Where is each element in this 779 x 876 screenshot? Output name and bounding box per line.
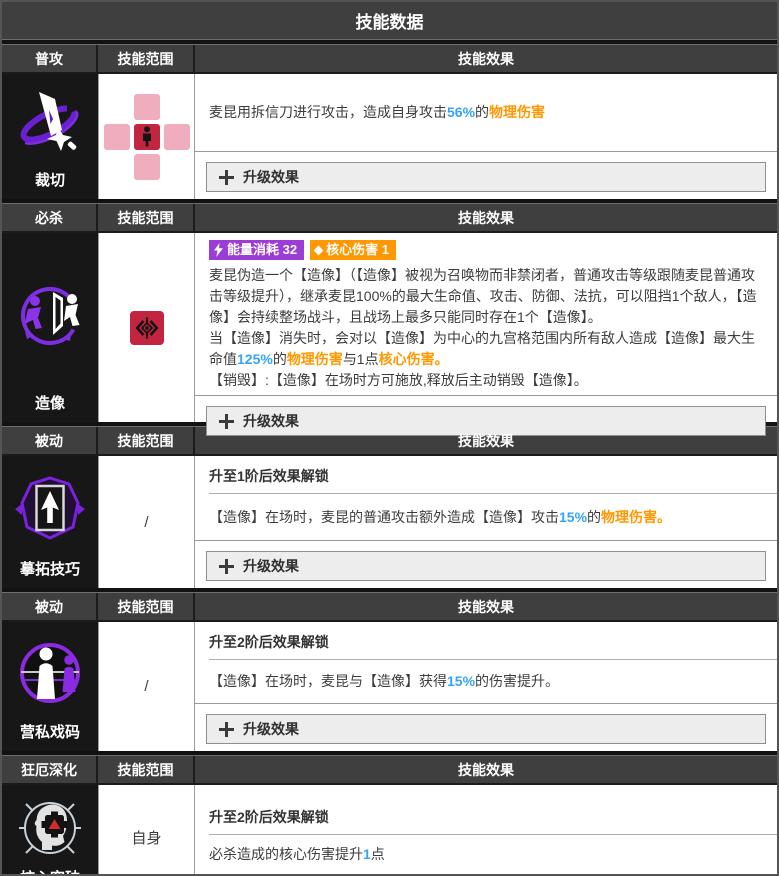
upgrade-effect-button[interactable]: 升级效果: [206, 714, 766, 744]
skill-section-passive-2: 被动 技能范围 技能效果 营私戏码: [2, 592, 777, 751]
skill-tags: 能量消耗 32 核心伤害 1: [209, 240, 763, 260]
skill-range-cell: [98, 233, 195, 422]
effect-header: 技能效果: [195, 204, 777, 231]
skill-range-cell: 自身: [98, 785, 195, 876]
upgrade-area: 升级效果: [195, 540, 777, 588]
unlock-condition: 升至2阶后效果解锁: [209, 632, 777, 660]
skill-icon-cell: 造像: [2, 233, 98, 422]
range-tile: [134, 94, 160, 120]
effect-header: 技能效果: [195, 45, 777, 72]
skill-type-header: 被动: [2, 427, 98, 454]
plus-icon: [219, 170, 234, 185]
range-tile: [134, 154, 160, 180]
effect-header: 技能效果: [195, 756, 777, 783]
skill-icon-cell: 核心突破: [2, 785, 98, 876]
upgrade-area: 升级效果: [195, 703, 777, 751]
skill-type-header: 必杀: [2, 204, 98, 231]
skill-name: 造像: [33, 392, 67, 422]
skill-name: 营私戏码: [18, 721, 82, 751]
range-header: 技能范围: [98, 593, 195, 620]
head-gear-icon: [11, 785, 89, 867]
skill-section-passive-1: 被动 技能范围 技能效果 摹拓技巧 /: [2, 426, 777, 588]
range-header: 技能范围: [98, 45, 195, 72]
range-grid: [104, 94, 190, 180]
skill-section-ultimate: 必杀 技能范围 技能效果: [2, 203, 777, 422]
skill-name: 摹拓技巧: [18, 558, 82, 588]
skill-data-panel: 技能数据 普攻 技能范围 技能效果 裁切: [0, 0, 779, 876]
skill-description: 能量消耗 32 核心伤害 1 麦昆伪造一个【造像】（【造像】被视为召唤物而非禁闭…: [195, 233, 777, 395]
skill-effect-cell: 升至2阶后效果解锁 【造像】在场时，麦昆与【造像】获得15%的伤害提升。 升级效…: [195, 622, 777, 751]
range-tile: [104, 124, 130, 150]
self-position-icon: [134, 124, 160, 150]
range-tile: [164, 124, 190, 150]
skill-section-mania: 狂厄深化 技能范围 技能效果: [2, 755, 777, 876]
effect-header: 技能效果: [195, 427, 777, 454]
range-text: 自身: [131, 827, 161, 848]
dagger-icon: [12, 74, 88, 169]
skill-icon-cell: 摹拓技巧: [2, 456, 98, 588]
skill-icon-cell: 裁切: [2, 74, 98, 199]
skill-description: 【造像】在场时，麦昆的普通攻击额外造成【造像】攻击15%的物理伤害。: [195, 494, 777, 540]
range-header: 技能范围: [98, 204, 195, 231]
two-figures-icon: [12, 622, 88, 721]
unlock-condition: 升至1阶后效果解锁: [209, 466, 777, 494]
skill-type-header: 被动: [2, 593, 98, 620]
page-title: 技能数据: [2, 2, 777, 40]
skill-description: 【造像】在场时，麦昆与【造像】获得15%的伤害提升。: [195, 660, 777, 703]
plus-icon: [219, 722, 234, 737]
upgrade-area: 升级效果: [195, 151, 777, 199]
skill-description: 麦昆用拆信刀进行攻击，造成自身攻击56%的物理伤害: [195, 74, 777, 151]
skill-description: 必杀造成的核心伤害提升1点: [195, 835, 777, 869]
upgrade-effect-button[interactable]: 升级效果: [206, 551, 766, 581]
upgrade-effect-button[interactable]: 升级效果: [206, 162, 766, 192]
deploy-target-icon: [130, 311, 164, 345]
core-damage-tag: 核心伤害 1: [310, 240, 396, 260]
plus-icon: [219, 414, 234, 429]
skill-icon-cell: 营私戏码: [2, 622, 98, 751]
skill-range-cell: [98, 74, 195, 199]
unlock-condition: 升至2阶后效果解锁: [209, 807, 777, 835]
energy-lightning-icon: [214, 243, 223, 257]
effect-header: 技能效果: [195, 593, 777, 620]
skill-effect-cell: 升至2阶后效果解锁 必杀造成的核心伤害提升1点: [195, 785, 777, 876]
skill-range-cell: /: [98, 622, 195, 751]
plus-icon: [219, 559, 234, 574]
skill-type-header: 普攻: [2, 45, 98, 72]
skill-name: 裁切: [33, 169, 67, 199]
skill-effect-cell: 麦昆用拆信刀进行攻击，造成自身攻击56%的物理伤害 升级效果: [195, 74, 777, 199]
skill-section-normal-attack: 普攻 技能范围 技能效果 裁切: [2, 44, 777, 199]
skill-type-header: 狂厄深化: [2, 756, 98, 783]
range-header: 技能范围: [98, 756, 195, 783]
skill-range-cell: /: [98, 456, 195, 588]
range-text: /: [144, 678, 148, 695]
core-diamond-icon: [314, 245, 324, 255]
copy-card-icon: [12, 456, 88, 558]
range-header: 技能范围: [98, 427, 195, 454]
skill-name: 核心突破: [18, 867, 82, 876]
energy-cost-tag: 能量消耗 32: [209, 240, 304, 260]
skill-effect-cell: 升至1阶后效果解锁 【造像】在场时，麦昆的普通攻击额外造成【造像】攻击15%的物…: [195, 456, 777, 588]
skill-effect-cell: 能量消耗 32 核心伤害 1 麦昆伪造一个【造像】（【造像】被视为召唤物而非禁闭…: [195, 233, 777, 422]
range-text: /: [144, 514, 148, 531]
summon-figures-icon: [11, 233, 89, 392]
